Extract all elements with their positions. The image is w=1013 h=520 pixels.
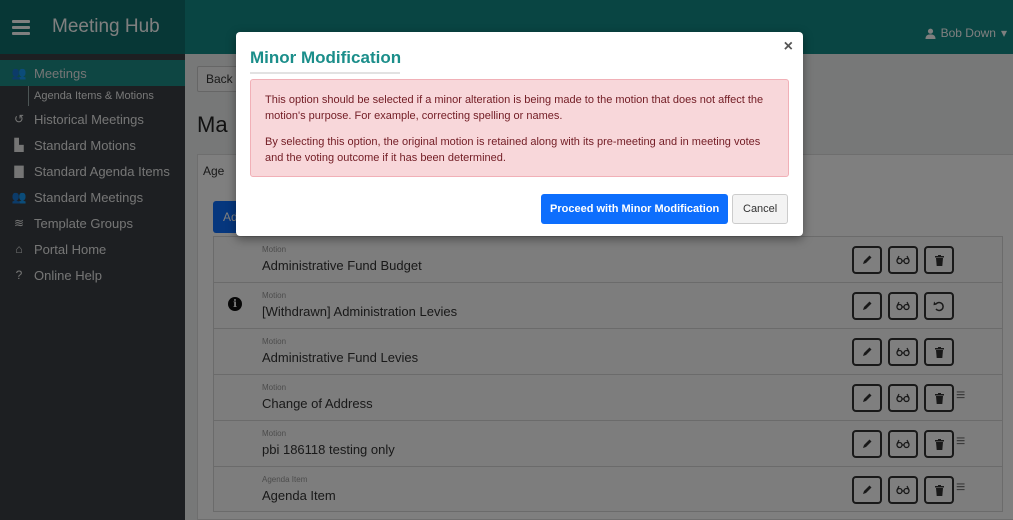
close-icon[interactable]: × (784, 38, 793, 56)
warning-alert: This option should be selected if a mino… (250, 79, 789, 177)
cancel-button[interactable]: Cancel (732, 194, 789, 224)
alert-paragraph-1: This option should be selected if a mino… (265, 94, 764, 122)
title-divider (250, 72, 400, 74)
alert-paragraph-2: By selecting this option, the original m… (265, 136, 761, 164)
minor-modification-dialog: Minor Modification × This option should … (236, 32, 803, 236)
dialog-title: Minor Modification (250, 48, 402, 67)
proceed-button[interactable]: Proceed with Minor Modification (541, 194, 729, 224)
